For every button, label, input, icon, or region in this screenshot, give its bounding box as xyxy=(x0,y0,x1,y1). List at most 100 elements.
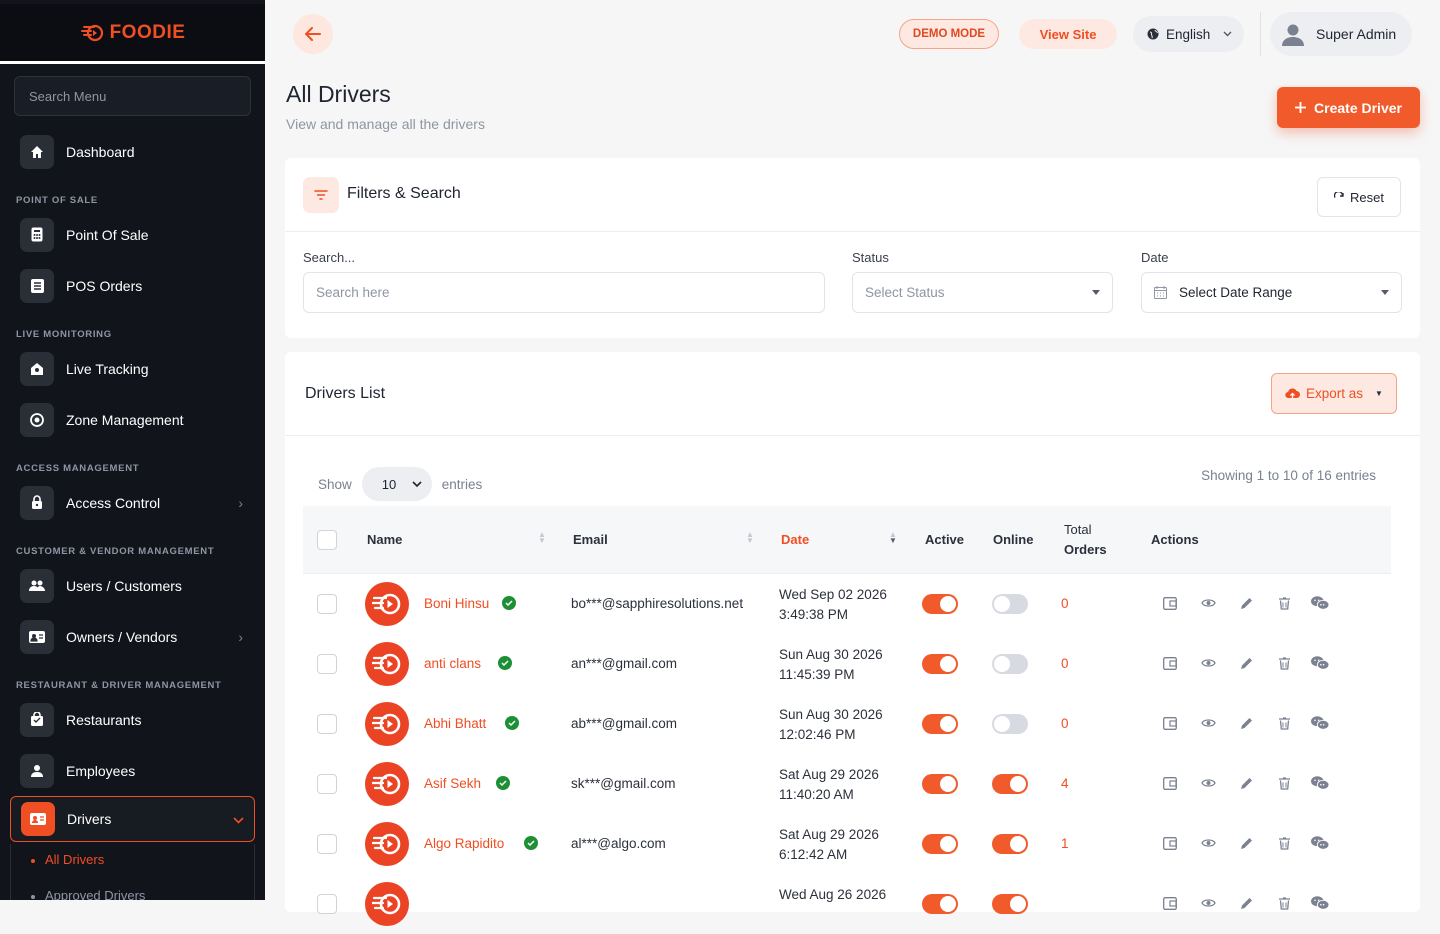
view-site-button[interactable]: View Site xyxy=(1019,19,1117,49)
wallet-icon[interactable] xyxy=(1161,654,1179,672)
eye-icon[interactable] xyxy=(1199,834,1217,852)
select-all-checkbox[interactable] xyxy=(317,530,337,550)
row-checkbox[interactable] xyxy=(317,714,337,734)
trash-icon[interactable] xyxy=(1275,894,1293,912)
online-toggle[interactable] xyxy=(992,774,1028,794)
chat-icon[interactable] xyxy=(1311,654,1329,672)
date-line: Sun Aug 30 2026 xyxy=(779,707,883,722)
edit-icon[interactable] xyxy=(1237,594,1255,612)
eye-icon[interactable] xyxy=(1199,714,1217,732)
online-toggle[interactable] xyxy=(992,654,1028,674)
sidebar-item-live-tracking[interactable]: Live Tracking xyxy=(0,343,265,394)
trash-icon[interactable] xyxy=(1275,774,1293,792)
brand-logo[interactable]: FOODIE xyxy=(0,4,265,64)
column-date[interactable]: Date xyxy=(781,532,809,547)
row-checkbox[interactable] xyxy=(317,774,337,794)
sidebar-item-dashboard[interactable]: Dashboard xyxy=(0,126,265,177)
reset-button[interactable]: Reset xyxy=(1317,177,1401,217)
total-orders[interactable]: 1 xyxy=(1061,836,1069,851)
eye-icon[interactable] xyxy=(1199,594,1217,612)
edit-icon[interactable] xyxy=(1237,654,1255,672)
chat-icon[interactable] xyxy=(1311,774,1329,792)
wallet-icon[interactable] xyxy=(1161,834,1179,852)
driver-name[interactable]: Asif Sekh xyxy=(424,776,481,791)
driver-name[interactable]: Abhi Bhatt xyxy=(424,716,486,731)
section-heading-access: ACCESS MANAGEMENT xyxy=(16,463,140,474)
column-name[interactable]: Name xyxy=(367,532,402,547)
chat-icon[interactable] xyxy=(1311,594,1329,612)
sidebar-item-drivers[interactable]: Drivers xyxy=(10,796,255,842)
total-orders[interactable]: 0 xyxy=(1061,596,1069,611)
row-checkbox[interactable] xyxy=(317,834,337,854)
demo-mode-badge[interactable]: DEMO MODE xyxy=(899,19,999,49)
status-select[interactable]: Select Status xyxy=(852,272,1113,313)
edit-icon[interactable] xyxy=(1237,894,1255,912)
edit-icon[interactable] xyxy=(1237,834,1255,852)
trash-icon[interactable] xyxy=(1275,654,1293,672)
trash-icon[interactable] xyxy=(1275,834,1293,852)
online-toggle[interactable] xyxy=(992,834,1028,854)
page-size-select[interactable]: 10 xyxy=(361,467,432,501)
edit-icon[interactable] xyxy=(1237,774,1255,792)
sort-icon[interactable]: ▲ ▼ xyxy=(538,531,546,545)
wallet-icon[interactable] xyxy=(1161,774,1179,792)
row-checkbox[interactable] xyxy=(317,894,337,914)
create-driver-button[interactable]: Create Driver xyxy=(1277,87,1420,128)
eye-icon[interactable] xyxy=(1199,654,1217,672)
date-line: Sat Aug 29 2026 xyxy=(779,767,879,782)
online-toggle[interactable] xyxy=(992,594,1028,614)
row-checkbox[interactable] xyxy=(317,594,337,614)
eye-icon[interactable] xyxy=(1199,774,1217,792)
search-menu-input[interactable]: Search Menu xyxy=(14,76,251,116)
search-input[interactable]: Search here xyxy=(303,272,825,313)
sidebar-nav: Dashboard POINT OF SALE Point Of Sale PO… xyxy=(0,126,265,900)
total-orders[interactable]: 0 xyxy=(1061,656,1069,671)
wallet-icon[interactable] xyxy=(1161,714,1179,732)
sidebar-item-access-control[interactable]: Access Control › xyxy=(0,477,265,528)
shopping-bag-icon xyxy=(20,702,54,737)
active-toggle[interactable] xyxy=(922,774,958,794)
avatar-icon xyxy=(1282,24,1304,46)
driver-name[interactable]: anti clans xyxy=(424,656,481,671)
chat-icon[interactable] xyxy=(1311,894,1329,912)
trash-icon[interactable] xyxy=(1275,594,1293,612)
back-button[interactable] xyxy=(293,14,333,54)
total-orders[interactable]: 0 xyxy=(1061,716,1069,731)
sidebar-item-users-customers[interactable]: Users / Customers xyxy=(0,560,265,611)
chat-icon[interactable] xyxy=(1311,834,1329,852)
online-toggle[interactable] xyxy=(992,714,1028,734)
active-toggle[interactable] xyxy=(922,894,958,914)
sidebar-item-point-of-sale[interactable]: Point Of Sale xyxy=(0,209,265,260)
sidebar-item-pos-orders[interactable]: POS Orders xyxy=(0,260,265,311)
submenu-item-approved-drivers[interactable]: Approved Drivers xyxy=(31,880,254,900)
online-toggle[interactable] xyxy=(992,894,1028,914)
trash-icon[interactable] xyxy=(1275,714,1293,732)
sort-icon[interactable]: ▲ ▼ xyxy=(746,531,754,545)
bullet-icon xyxy=(31,858,35,863)
sort-desc-icon[interactable]: ▲ ▼ xyxy=(889,531,897,545)
edit-icon[interactable] xyxy=(1237,714,1255,732)
chat-icon[interactable] xyxy=(1311,714,1329,732)
row-checkbox[interactable] xyxy=(317,654,337,674)
sidebar-item-zone-management[interactable]: Zone Management xyxy=(0,394,265,445)
date-range-select[interactable]: Select Date Range xyxy=(1141,272,1402,313)
active-toggle[interactable] xyxy=(922,594,958,614)
sidebar-item-employees[interactable]: Employees xyxy=(0,745,265,796)
user-menu[interactable]: Super Admin xyxy=(1270,12,1412,56)
total-orders[interactable]: 4 xyxy=(1061,776,1069,791)
active-toggle[interactable] xyxy=(922,834,958,854)
sidebar-item-owners-vendors[interactable]: Owners / Vendors › xyxy=(0,611,265,662)
driver-name[interactable]: Algo Rapidito xyxy=(424,836,504,851)
table-row: Algo Rapidito al***@algo.com Sat Aug 29 20… xyxy=(303,814,1391,874)
active-toggle[interactable] xyxy=(922,714,958,734)
driver-name[interactable]: Boni Hinsu xyxy=(424,596,489,611)
wallet-icon[interactable] xyxy=(1161,894,1179,912)
wallet-icon[interactable] xyxy=(1161,594,1179,612)
language-selector[interactable]: English xyxy=(1133,16,1244,52)
export-button[interactable]: Export as ▼ xyxy=(1271,373,1397,414)
column-email[interactable]: Email xyxy=(573,532,608,547)
active-toggle[interactable] xyxy=(922,654,958,674)
eye-icon[interactable] xyxy=(1199,894,1217,912)
sidebar-item-restaurants[interactable]: Restaurants xyxy=(0,694,265,745)
submenu-item-all-drivers[interactable]: All Drivers xyxy=(31,844,254,880)
